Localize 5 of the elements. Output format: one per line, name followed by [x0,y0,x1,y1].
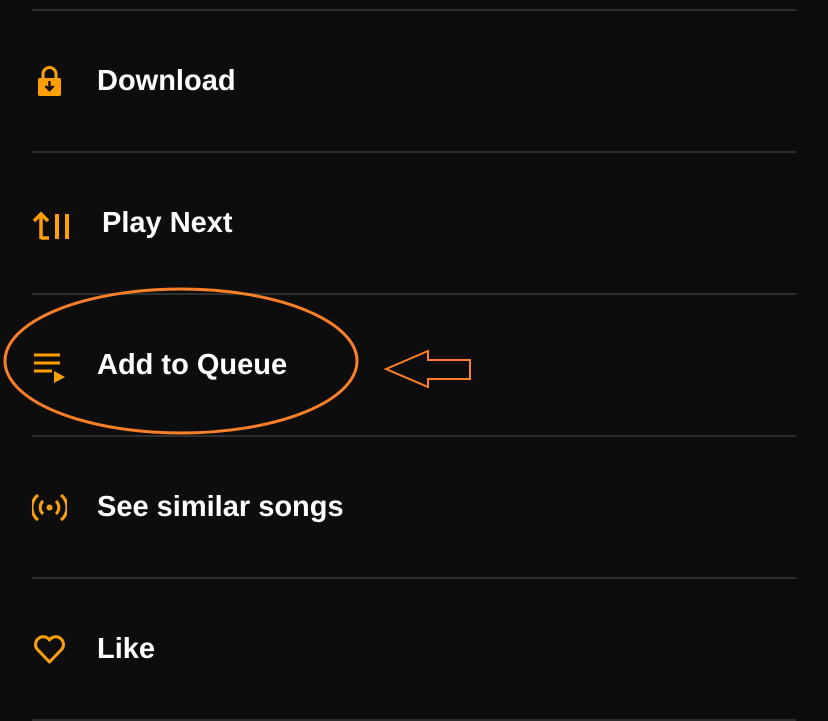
menu-item[interactable]: Add to Queue [97,348,288,382]
menu-item[interactable]: See similar songs [97,490,344,524]
menu-item[interactable]: Download [97,64,236,98]
menu-item[interactable]: Play Next [102,206,233,240]
menu-item[interactable]: Like [97,632,156,666]
